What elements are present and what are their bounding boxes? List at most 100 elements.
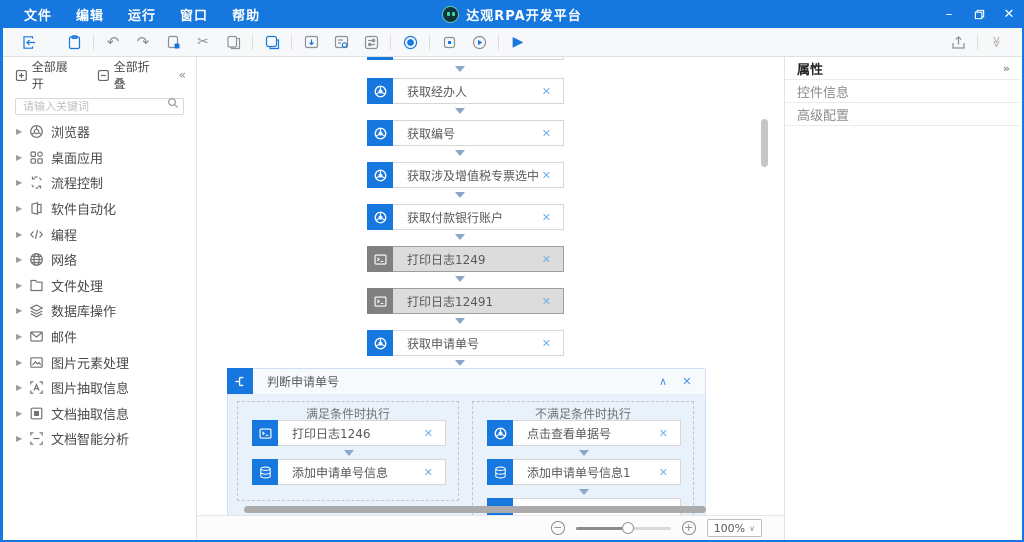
node-close-icon[interactable]: ✕ [424, 427, 445, 440]
flow-canvas[interactable]: 获取经办人 ✕ 获取编号 ✕ 获取涉及增值税专票选中 ✕ [197, 57, 784, 515]
sidebar-collapse-button[interactable]: « [179, 68, 184, 82]
pick-element-button[interactable] [257, 30, 287, 54]
flow-arrow-icon [579, 489, 589, 495]
flow-arrow-icon [455, 318, 465, 324]
zoom-slider[interactable] [576, 527, 671, 530]
minimize-button[interactable]: – [934, 0, 964, 28]
cut-button[interactable]: ✂ [188, 30, 218, 54]
double-chevron-icon: ≫ [991, 36, 1004, 48]
node-close-icon[interactable]: ✕ [542, 295, 563, 308]
zoom-in-button[interactable]: + [682, 521, 696, 535]
flow-node-disabled[interactable]: 打印日志12491 ✕ [367, 288, 564, 314]
browser-icon [487, 420, 513, 446]
node-close-icon[interactable]: ✕ [542, 127, 563, 140]
node-close-icon[interactable]: ✕ [659, 466, 680, 479]
branch-container[interactable]: 判断申请单号 ∧ ✕ 满足条件时执行 打印日志1246 ✕ [227, 368, 706, 515]
caret-icon: ▶ [16, 434, 29, 443]
flow-node[interactable]: 获取经办人 ✕ [367, 78, 564, 104]
panel-expand-icon[interactable]: » [1003, 62, 1009, 75]
sidebar-item-image-element[interactable]: ▶ 图片元素处理 [3, 349, 196, 375]
flow-node-disabled[interactable]: 打印日志1249 ✕ [367, 246, 564, 272]
step-run-button[interactable] [464, 30, 494, 54]
zoom-out-button[interactable]: − [551, 521, 565, 535]
robot-logo-icon [442, 6, 459, 23]
expand-all-button[interactable]: 全部展开 [15, 58, 79, 92]
sidebar-item-programming[interactable]: ▶ 编程 [3, 221, 196, 247]
branch-close-button[interactable]: ✕ [675, 375, 699, 388]
restore-icon [974, 9, 985, 20]
sidebar-item-image-extract[interactable]: ▶ 图片抽取信息 [3, 375, 196, 401]
branch-header[interactable]: 判断申请单号 ∧ ✕ [228, 369, 705, 395]
copy-button[interactable] [218, 30, 248, 54]
stop-button[interactable] [434, 30, 464, 54]
flow-node[interactable]: 获取申请单号 ✕ [367, 330, 564, 356]
sidebar-item-network[interactable]: ▶ 网络 [3, 247, 196, 273]
toolbar-collapse-button[interactable]: ≫ [985, 27, 1009, 57]
panel-tab-advanced-config[interactable]: 高级配置 [785, 103, 1021, 126]
node-close-icon[interactable]: ✕ [542, 337, 563, 350]
horizontal-scrollbar[interactable] [244, 506, 706, 513]
capture-config-button[interactable] [326, 30, 356, 54]
caret-icon: ▶ [16, 358, 29, 367]
sidebar-item-doc-extract[interactable]: ▶ 文档抽取信息 [3, 401, 196, 427]
menu-window[interactable]: 窗口 [180, 5, 208, 24]
record-button[interactable] [395, 30, 425, 54]
sidebar-item-database[interactable]: ▶ 数据库操作 [3, 298, 196, 324]
flow-node[interactable]: 获取涉及增值税专票选中 ✕ [367, 162, 564, 188]
adjust-settings-button[interactable] [356, 30, 386, 54]
true-branch-header: 满足条件时执行 [238, 402, 458, 422]
paste-button[interactable] [158, 30, 188, 54]
sidebar-item-doc-analysis[interactable]: ▶ 文档智能分析 [3, 426, 196, 452]
sidebar-item-mail[interactable]: ▶ 邮件 [3, 324, 196, 350]
flow-node[interactable]: 添加申请单号信息1 ✕ [487, 459, 681, 485]
menu-file[interactable]: 文件 [24, 5, 52, 24]
zoom-level-select[interactable]: 100% ∨ [707, 519, 762, 537]
menu-help[interactable]: 帮助 [232, 5, 260, 24]
run-button[interactable]: ▶ [503, 30, 533, 54]
flow-node[interactable]: 添加申请单号信息 ✕ [252, 459, 446, 485]
exit-editor-button[interactable] [13, 30, 43, 54]
restore-button[interactable] [964, 0, 994, 28]
panel-tab-properties[interactable]: 属性 » [785, 57, 1021, 80]
flow-node[interactable]: 打印日志1246 ✕ [252, 420, 446, 446]
menu-run[interactable]: 运行 [128, 5, 156, 24]
browser-icon [367, 162, 393, 188]
caret-icon: ▶ [16, 281, 29, 290]
sidebar-item-file-processing[interactable]: ▶ 文件处理 [3, 273, 196, 299]
sidebar-item-flow-control[interactable]: ▶ 流程控制 [3, 170, 196, 196]
adjust-settings-icon [363, 34, 380, 51]
panel-tab-control-info[interactable]: 控件信息 [785, 80, 1021, 103]
search-input[interactable] [15, 98, 184, 115]
undo-button[interactable]: ↶ [98, 30, 128, 54]
node-close-icon[interactable]: ✕ [542, 85, 563, 98]
record-icon [402, 34, 419, 51]
flow-arrow-icon [344, 450, 354, 456]
node-close-icon[interactable]: ✕ [542, 211, 563, 224]
vertical-scrollbar[interactable] [761, 119, 768, 167]
close-button[interactable]: ✕ [994, 0, 1024, 28]
node-close-icon[interactable]: ✕ [659, 427, 680, 440]
flow-node[interactable]: 获取付款银行账户 ✕ [367, 204, 564, 230]
sidebar-item-desktop-apps[interactable]: ▶ 桌面应用 [3, 145, 196, 171]
collapse-all-button[interactable]: 全部折叠 [97, 58, 161, 92]
flow-node-partial-top[interactable] [367, 57, 564, 60]
export-button[interactable] [943, 30, 973, 54]
menu-edit[interactable]: 编辑 [76, 5, 104, 24]
titlebar: 文件 编辑 运行 窗口 帮助 达观RPA开发平台 – ✕ [0, 0, 1024, 28]
capture-run-button[interactable] [296, 30, 326, 54]
node-close-icon[interactable]: ✕ [542, 253, 563, 266]
network-icon [29, 252, 44, 267]
sidebar-item-browser[interactable]: ▶ 浏览器 [3, 119, 196, 145]
node-close-icon[interactable]: ✕ [542, 169, 563, 182]
file-processing-icon [29, 278, 44, 293]
branch-collapse-button[interactable]: ∧ [651, 375, 675, 388]
save-button[interactable] [59, 30, 89, 54]
zoom-slider-knob[interactable] [622, 522, 634, 534]
browser-icon [29, 124, 44, 139]
sidebar-item-software-automation[interactable]: ▶ 软件自动化 [3, 196, 196, 222]
redo-button[interactable]: ↷ [128, 30, 158, 54]
data-icon [487, 459, 513, 485]
flow-node[interactable]: 获取编号 ✕ [367, 120, 564, 146]
flow-node[interactable]: 点击查看单据号 ✕ [487, 420, 681, 446]
node-close-icon[interactable]: ✕ [424, 466, 445, 479]
